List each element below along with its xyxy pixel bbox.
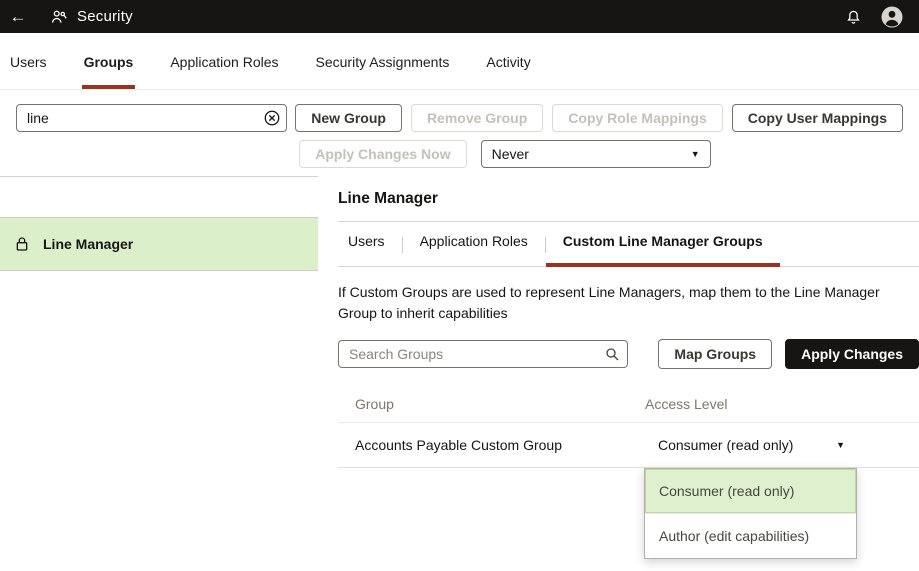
detail-tab-custom-line-manager-groups[interactable]: Custom Line Manager Groups bbox=[546, 233, 780, 267]
detail-tab-application-roles[interactable]: Application Roles bbox=[403, 233, 545, 267]
copy-role-mappings-button[interactable]: Copy Role Mappings bbox=[552, 104, 722, 132]
groups-search-row: Map Groups Apply Changes bbox=[338, 339, 919, 369]
detail-title: Line Manager bbox=[338, 190, 919, 222]
table-header-row: Group Access Level bbox=[338, 385, 919, 423]
new-group-button[interactable]: New Group bbox=[295, 104, 402, 132]
copy-user-mappings-button[interactable]: Copy User Mappings bbox=[732, 104, 903, 132]
schedule-select-value: Never bbox=[492, 146, 529, 162]
tab-application-roles[interactable]: Application Roles bbox=[168, 33, 280, 89]
groups-toolbar: New Group Remove Group Copy Role Mapping… bbox=[0, 90, 919, 176]
search-groups-input[interactable] bbox=[338, 340, 628, 368]
main-tab-bar: Users Groups Application Roles Security … bbox=[0, 33, 919, 90]
table-row: Accounts Payable Custom Group Consumer (… bbox=[338, 423, 919, 468]
chevron-down-icon: ▼ bbox=[836, 441, 845, 450]
detail-tab-bar: Users Application Roles Custom Line Mana… bbox=[338, 222, 919, 267]
access-level-select[interactable]: Consumer (read only) ▼ bbox=[645, 437, 845, 453]
group-search-input[interactable] bbox=[16, 104, 287, 132]
dropdown-option-consumer[interactable]: Consumer (read only) bbox=[645, 469, 856, 513]
clear-search-icon[interactable] bbox=[263, 109, 281, 127]
tab-groups[interactable]: Groups bbox=[82, 33, 136, 89]
description-text: If Custom Groups are used to represent L… bbox=[338, 282, 915, 324]
tab-users[interactable]: Users bbox=[8, 33, 49, 89]
detail-tab-users[interactable]: Users bbox=[338, 233, 402, 267]
notifications-bell-icon[interactable] bbox=[836, 4, 871, 29]
user-avatar[interactable] bbox=[871, 1, 913, 33]
security-icon bbox=[50, 8, 68, 26]
group-list-item-line-manager[interactable]: Line Manager bbox=[0, 217, 318, 271]
map-groups-button[interactable]: Map Groups bbox=[658, 339, 772, 369]
remove-group-button[interactable]: Remove Group bbox=[411, 104, 543, 132]
access-level-dropdown: Consumer (read only) Author (edit capabi… bbox=[644, 468, 857, 559]
dropdown-option-author[interactable]: Author (edit capabilities) bbox=[645, 513, 856, 558]
group-search bbox=[16, 104, 287, 132]
schedule-select[interactable]: Never ▼ bbox=[481, 140, 711, 168]
toolbar-buttons: New Group Remove Group Copy Role Mapping… bbox=[295, 104, 903, 168]
groups-list-panel: Line Manager bbox=[0, 176, 318, 571]
back-button[interactable]: ← bbox=[0, 0, 36, 33]
access-level-value: Consumer (read only) bbox=[658, 437, 793, 453]
column-header-group: Group bbox=[338, 396, 645, 412]
search-groups bbox=[338, 340, 628, 368]
apply-changes-button[interactable]: Apply Changes bbox=[785, 339, 919, 369]
search-icon[interactable] bbox=[604, 346, 620, 362]
lock-icon bbox=[14, 235, 30, 253]
group-detail-panel: Line Manager Users Application Roles Cus… bbox=[318, 176, 919, 571]
tab-activity[interactable]: Activity bbox=[484, 33, 532, 89]
apply-changes-now-button[interactable]: Apply Changes Now bbox=[299, 140, 466, 168]
custom-groups-table: Group Access Level Accounts Payable Cust… bbox=[338, 385, 919, 468]
tab-security-assignments[interactable]: Security Assignments bbox=[314, 33, 452, 89]
content-area: Line Manager Line Manager Users Applicat… bbox=[0, 176, 919, 571]
group-name: Line Manager bbox=[43, 236, 133, 252]
column-header-access-level: Access Level bbox=[645, 396, 727, 412]
chevron-down-icon: ▼ bbox=[691, 150, 700, 159]
group-cell: Accounts Payable Custom Group bbox=[338, 437, 645, 453]
page-title: Security bbox=[77, 8, 133, 25]
top-bar: ← Security bbox=[0, 0, 919, 33]
